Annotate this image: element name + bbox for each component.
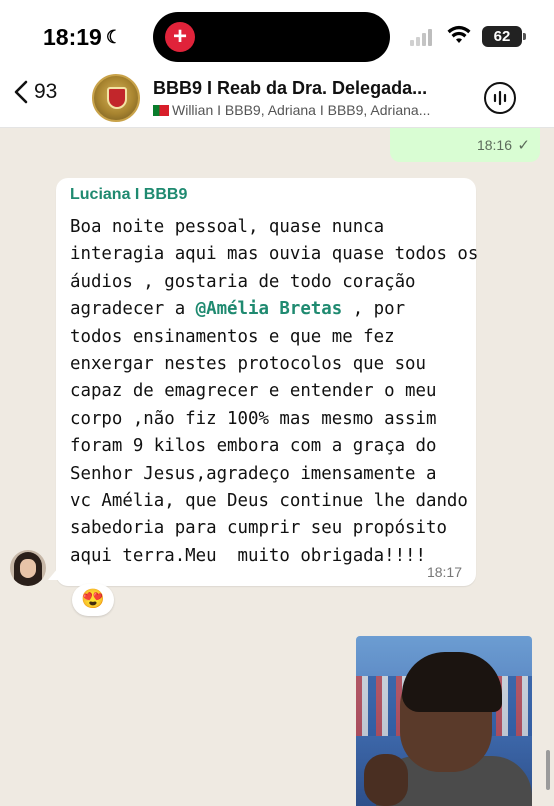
image-message[interactable] — [356, 636, 532, 806]
chevron-left-icon — [14, 80, 28, 104]
clock: 18:19 ☾ — [43, 24, 122, 51]
moon-icon: ☾ — [105, 27, 122, 47]
message-line: foram 9 kilos embora com a graça do — [70, 436, 437, 457]
scrollbar[interactable] — [546, 750, 550, 790]
flag-icon — [153, 104, 169, 116]
message-line: Senhor Jesus,agradeço imensamente a — [70, 463, 437, 484]
message-line-part: , por — [342, 299, 406, 320]
message-line: agradecer a @Amélia Bretas , por — [70, 296, 462, 323]
message-line: interagia aqui mas ouvia quase todos os — [70, 244, 479, 265]
mention-link[interactable]: @Amélia Bretas — [196, 299, 343, 319]
message-line: aqui terra.Meu muito obrigada!!!! — [70, 545, 426, 566]
message-line: capaz de emagrecer e entender o meu — [70, 381, 437, 402]
message-line: todos ensinamentos e que me fez — [70, 326, 395, 347]
plus-badge-icon: + — [165, 22, 195, 52]
dynamic-island: + — [153, 12, 390, 62]
sent-check-icon: ✓ — [517, 137, 530, 154]
back-button[interactable]: 93 — [14, 80, 57, 104]
battery-level: 62 — [493, 28, 511, 45]
incoming-message[interactable]: Luciana I BBB9 Boa noite pessoal, quase … — [56, 178, 479, 586]
battery-indicator: 62 — [482, 26, 526, 47]
group-title[interactable]: BBB9 I Reab da Dra. Delegada... — [153, 78, 473, 99]
group-members[interactable]: Willian I BBB9, Adriana I BBB9, Adriana.… — [153, 102, 473, 118]
status-bar: 18:19 ☾ + 62 — [0, 0, 554, 70]
heart-eyes-emoji-icon: 😍 — [81, 589, 105, 610]
sender-avatar[interactable] — [10, 550, 46, 586]
badge-shield-icon — [107, 87, 127, 109]
unread-count: 93 — [34, 80, 58, 103]
voice-chat-button[interactable] — [484, 82, 516, 114]
message-line: vc Amélia, que Deus continue lhe dando — [70, 491, 468, 512]
wifi-icon — [447, 25, 471, 50]
message-line: sabedoria para cumprir seu propósito — [70, 518, 447, 539]
message-line-part: agradecer a — [70, 299, 196, 320]
message-time: 18:17 — [426, 564, 462, 580]
audio-wave-icon — [493, 90, 507, 106]
group-avatar[interactable] — [92, 74, 140, 122]
members-text: Willian I BBB9, Adriana I BBB9, Adriana.… — [172, 102, 431, 118]
message-text: Boa noite pessoal, quase nunca interagia… — [70, 214, 479, 570]
message-time: 18:16 — [476, 137, 512, 153]
signal-icon — [410, 28, 432, 46]
reaction-badge[interactable]: 😍 — [72, 584, 114, 616]
message-line: enxergar nestes protocolos que sou — [70, 354, 426, 375]
outgoing-message[interactable]: 18:16 ✓ — [390, 128, 540, 162]
message-line: áudios , gostaria de todo coração — [70, 271, 416, 292]
bubble-tail — [48, 568, 58, 580]
sender-name[interactable]: Luciana I BBB9 — [70, 186, 462, 210]
message-line: corpo ,não fiz 100% mas mesmo assim — [70, 408, 437, 429]
message-line: Boa noite pessoal, quase nunca — [70, 217, 385, 237]
chat-header: 93 BBB9 I Reab da Dra. Delegada... Willi… — [0, 70, 554, 128]
clock-text: 18:19 — [43, 24, 102, 50]
